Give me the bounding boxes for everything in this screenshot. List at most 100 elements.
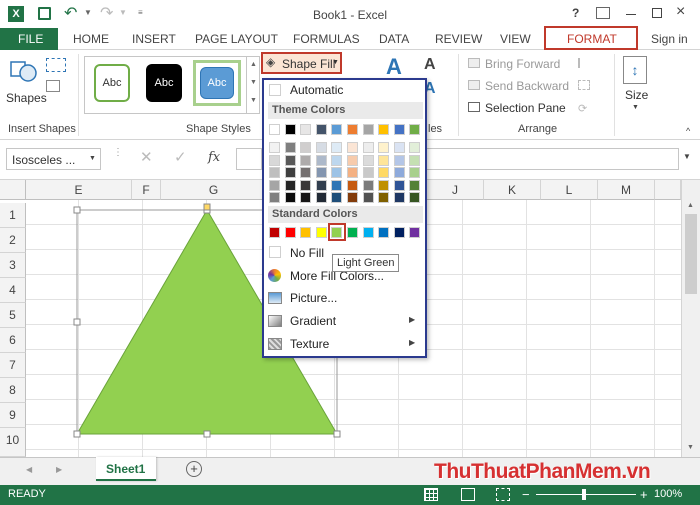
shapes-label[interactable]: Shapes — [6, 91, 47, 105]
theme-shade-swatch[interactable] — [362, 179, 374, 191]
maximize-button[interactable] — [652, 8, 662, 18]
row-header-7[interactable]: 7 — [0, 353, 26, 378]
theme-shade-swatch[interactable] — [284, 142, 296, 153]
size-label[interactable]: Size — [625, 88, 648, 102]
normal-view-icon[interactable] — [424, 488, 438, 501]
shape-style-3[interactable]: Abc — [193, 60, 241, 106]
adjust-handle[interactable] — [203, 203, 211, 211]
theme-shade-swatch[interactable] — [393, 167, 405, 178]
theme-color-swatch[interactable] — [269, 124, 280, 135]
shape-style-2[interactable]: Abc — [146, 64, 182, 102]
page-layout-view-icon[interactable] — [461, 488, 475, 501]
bring-forward-button[interactable]: Bring Forward — [485, 57, 560, 71]
expand-formula-bar-icon[interactable]: ▼ — [683, 152, 691, 161]
shapes-icon[interactable] — [10, 58, 38, 86]
scroll-down-icon[interactable]: ▼ — [687, 444, 694, 451]
theme-shade-swatch[interactable] — [331, 167, 343, 178]
column-header-g[interactable]: G — [161, 180, 267, 200]
row-header-2[interactable]: 2 — [0, 228, 26, 253]
formula-input-right[interactable] — [427, 148, 679, 170]
theme-shade-swatch[interactable] — [300, 192, 312, 203]
column-header-j[interactable]: J — [427, 180, 484, 200]
theme-shade-swatch[interactable] — [284, 192, 296, 203]
row-header-3[interactable]: 3 — [0, 253, 26, 278]
theme-shade-swatch[interactable] — [269, 142, 280, 153]
tab-page-layout[interactable]: PAGE LAYOUT — [195, 32, 278, 46]
name-box[interactable]: Isosceles ... ▼ — [6, 148, 101, 170]
standard-color-swatch[interactable] — [393, 227, 405, 238]
tab-insert[interactable]: INSERT — [132, 32, 176, 46]
theme-color-swatch[interactable] — [347, 124, 358, 135]
theme-shade-swatch[interactable] — [409, 179, 421, 191]
formula-input[interactable] — [236, 148, 262, 170]
tab-view[interactable]: VIEW — [500, 32, 531, 46]
column-header-m[interactable]: M — [598, 180, 655, 200]
no-fill-option[interactable]: No Fill — [290, 246, 324, 260]
standard-color-swatch[interactable] — [378, 227, 390, 238]
tab-review[interactable]: REVIEW — [435, 32, 482, 46]
shape-style-1[interactable]: Abc — [94, 64, 130, 102]
theme-shade-swatch[interactable] — [362, 167, 374, 178]
standard-color-swatch[interactable] — [269, 227, 280, 238]
column-header-k[interactable]: K — [484, 180, 541, 200]
row-header-6[interactable]: 6 — [0, 328, 26, 353]
theme-color-swatch[interactable] — [331, 124, 343, 135]
zoom-slider-track[interactable] — [536, 494, 636, 495]
insert-function-button[interactable]: fx — [208, 150, 220, 165]
theme-color-swatch[interactable] — [378, 124, 390, 135]
collapse-ribbon-icon[interactable]: ^ — [686, 126, 690, 136]
theme-shade-swatch[interactable] — [331, 192, 343, 203]
theme-shade-swatch[interactable] — [284, 179, 296, 191]
group-icon[interactable] — [578, 80, 590, 90]
size-icon[interactable]: ↕ — [623, 56, 647, 84]
minimize-button[interactable] — [626, 14, 636, 15]
theme-shade-swatch[interactable] — [393, 192, 405, 203]
theme-shade-swatch[interactable] — [269, 154, 280, 166]
gallery-scroll[interactable]: ▲ ▼ ▼ — [246, 56, 260, 114]
shape-fill-button[interactable]: ◈ Shape Fill ▼ — [261, 52, 342, 74]
column-header-e[interactable]: E — [26, 180, 132, 200]
theme-shade-swatch[interactable] — [269, 192, 280, 203]
zoom-in-button[interactable]: + — [640, 487, 648, 502]
cancel-entry-icon[interactable]: ✕ — [140, 148, 153, 166]
scroll-sheets-right-icon[interactable]: ▶ — [56, 465, 62, 474]
standard-color-swatch[interactable] — [331, 227, 343, 238]
standard-color-swatch[interactable] — [362, 227, 374, 238]
vertical-scrollbar[interactable]: ▲ ▼ — [681, 180, 700, 457]
confirm-entry-icon[interactable]: ✓ — [174, 148, 187, 166]
theme-shade-swatch[interactable] — [300, 167, 312, 178]
standard-color-swatch[interactable] — [409, 227, 421, 238]
zoom-slider-thumb[interactable] — [582, 489, 586, 500]
rotate-icon[interactable]: ⟳ — [578, 102, 587, 115]
row-header-5[interactable]: 5 — [0, 303, 26, 328]
row-header-8[interactable]: 8 — [0, 378, 26, 403]
scroll-sheets-left-icon[interactable]: ◀ — [26, 465, 32, 474]
theme-shade-swatch[interactable] — [269, 167, 280, 178]
theme-shade-swatch[interactable] — [300, 154, 312, 166]
row-header-1[interactable]: 1 — [0, 203, 26, 228]
theme-shade-swatch[interactable] — [315, 179, 327, 191]
theme-shade-swatch[interactable] — [347, 167, 358, 178]
theme-shade-swatch[interactable] — [378, 154, 390, 166]
theme-shade-swatch[interactable] — [347, 192, 358, 203]
theme-shade-swatch[interactable] — [393, 142, 405, 153]
standard-color-swatch[interactable] — [284, 227, 296, 238]
column-header-f[interactable]: F — [132, 180, 161, 200]
close-button[interactable]: × — [676, 3, 685, 21]
picture-option[interactable]: Picture... — [290, 291, 337, 305]
ribbon-display-icon[interactable] — [596, 7, 610, 19]
gradient-option[interactable]: Gradient — [290, 314, 336, 328]
scroll-thumb[interactable] — [685, 214, 697, 294]
resize-handle[interactable] — [333, 430, 341, 438]
text-box-icon[interactable] — [46, 80, 60, 92]
tab-home[interactable]: HOME — [73, 32, 109, 46]
send-backward-button[interactable]: Send Backward — [485, 79, 569, 93]
theme-shade-swatch[interactable] — [269, 179, 280, 191]
wordart-text-fill-icon[interactable]: A — [386, 54, 402, 80]
sheet-tab-sheet1[interactable]: Sheet1 — [96, 457, 156, 481]
theme-color-swatch[interactable] — [393, 124, 405, 135]
theme-shade-swatch[interactable] — [378, 192, 390, 203]
help-button[interactable]: ? — [572, 6, 579, 20]
text-outline-icon[interactable]: A — [424, 56, 436, 74]
theme-shade-swatch[interactable] — [362, 192, 374, 203]
